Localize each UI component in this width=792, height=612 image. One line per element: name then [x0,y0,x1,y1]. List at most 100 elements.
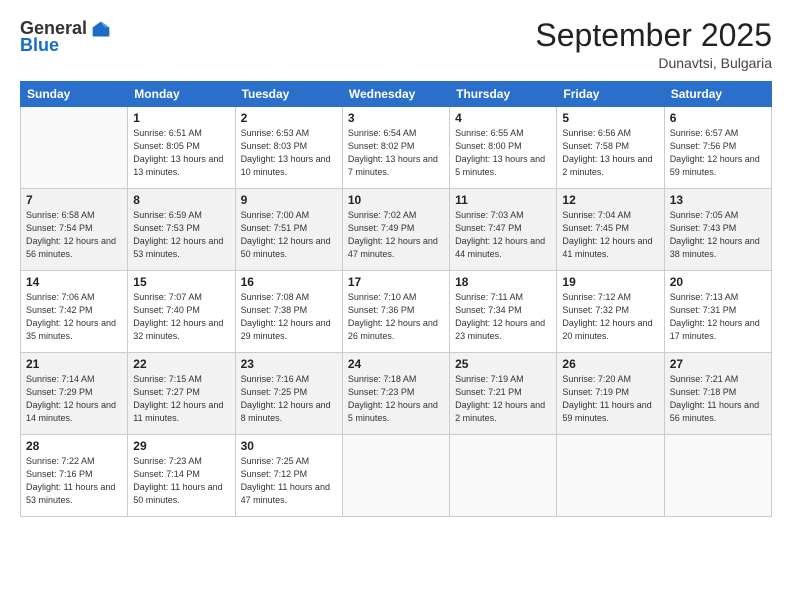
col-monday: Monday [128,82,235,107]
day-info: Sunrise: 7:10 AM Sunset: 7:36 PM Dayligh… [348,291,444,343]
col-sunday: Sunday [21,82,128,107]
day-info: Sunrise: 7:20 AM Sunset: 7:19 PM Dayligh… [562,373,658,425]
table-row: 23 Sunrise: 7:16 AM Sunset: 7:25 PM Dayli… [235,353,342,435]
table-row: 24 Sunrise: 7:18 AM Sunset: 7:23 PM Dayli… [342,353,449,435]
day-number: 21 [26,357,122,371]
calendar-week-row: 14 Sunrise: 7:06 AM Sunset: 7:42 PM Dayli… [21,271,772,353]
day-number: 29 [133,439,229,453]
day-info: Sunrise: 7:14 AM Sunset: 7:29 PM Dayligh… [26,373,122,425]
day-info: Sunrise: 7:02 AM Sunset: 7:49 PM Dayligh… [348,209,444,261]
day-number: 25 [455,357,551,371]
day-number: 27 [670,357,766,371]
day-number: 28 [26,439,122,453]
day-info: Sunrise: 7:22 AM Sunset: 7:16 PM Dayligh… [26,455,122,507]
day-info: Sunrise: 7:06 AM Sunset: 7:42 PM Dayligh… [26,291,122,343]
calendar-week-row: 7 Sunrise: 6:58 AM Sunset: 7:54 PM Daylig… [21,189,772,271]
day-number: 4 [455,111,551,125]
day-number: 23 [241,357,337,371]
day-info: Sunrise: 6:55 AM Sunset: 8:00 PM Dayligh… [455,127,551,179]
logo-blue: Blue [20,35,59,56]
table-row: 15Sunrise: 7:07 AM Sunset: 7:40 PM Dayli… [128,271,235,353]
day-number: 20 [670,275,766,289]
day-number: 13 [670,193,766,207]
table-row: 14 Sunrise: 7:06 AM Sunset: 7:42 PM Dayli… [21,271,128,353]
table-row: 16Sunrise: 7:08 AM Sunset: 7:38 PM Dayli… [235,271,342,353]
table-row [664,435,771,517]
day-info: Sunrise: 7:16 AM Sunset: 7:25 PM Dayligh… [241,373,337,425]
table-row [557,435,664,517]
table-row: 3Sunrise: 6:54 AM Sunset: 8:02 PM Daylig… [342,107,449,189]
table-row: 30 Sunrise: 7:25 AM Sunset: 7:12 PM Dayli… [235,435,342,517]
day-number: 12 [562,193,658,207]
table-row: 7 Sunrise: 6:58 AM Sunset: 7:54 PM Daylig… [21,189,128,271]
page: General Blue September 2025 Dunavtsi, Bu… [0,0,792,612]
day-number: 7 [26,193,122,207]
col-wednesday: Wednesday [342,82,449,107]
table-row: 11 Sunrise: 7:03 AM Sunset: 7:47 PM Dayli… [450,189,557,271]
logo: General Blue [20,18,111,56]
day-info: Sunrise: 7:21 AM Sunset: 7:18 PM Dayligh… [670,373,766,425]
table-row: 22Sunrise: 7:15 AM Sunset: 7:27 PM Dayli… [128,353,235,435]
calendar-week-row: 1Sunrise: 6:51 AM Sunset: 8:05 PM Daylig… [21,107,772,189]
table-row: 4 Sunrise: 6:55 AM Sunset: 8:00 PM Daylig… [450,107,557,189]
table-row: 18Sunrise: 7:11 AM Sunset: 7:34 PM Dayli… [450,271,557,353]
day-info: Sunrise: 7:07 AM Sunset: 7:40 PM Dayligh… [133,291,229,343]
table-row: 21 Sunrise: 7:14 AM Sunset: 7:29 PM Dayli… [21,353,128,435]
day-info: Sunrise: 7:25 AM Sunset: 7:12 PM Dayligh… [241,455,337,507]
day-info: Sunrise: 6:57 AM Sunset: 7:56 PM Dayligh… [670,127,766,179]
day-number: 5 [562,111,658,125]
calendar-week-row: 28 Sunrise: 7:22 AM Sunset: 7:16 PM Dayli… [21,435,772,517]
table-row: 29 Sunrise: 7:23 AM Sunset: 7:14 PM Dayli… [128,435,235,517]
table-row: 5 Sunrise: 6:56 AM Sunset: 7:58 PM Daylig… [557,107,664,189]
day-number: 19 [562,275,658,289]
table-row [342,435,449,517]
col-thursday: Thursday [450,82,557,107]
day-number: 9 [241,193,337,207]
table-row: 28 Sunrise: 7:22 AM Sunset: 7:16 PM Dayli… [21,435,128,517]
day-number: 10 [348,193,444,207]
day-number: 30 [241,439,337,453]
day-number: 8 [133,193,229,207]
day-number: 11 [455,193,551,207]
day-number: 24 [348,357,444,371]
table-row: 8 Sunrise: 6:59 AM Sunset: 7:53 PM Daylig… [128,189,235,271]
title-block: September 2025 Dunavtsi, Bulgaria [535,18,772,71]
table-row: 19 Sunrise: 7:12 AM Sunset: 7:32 PM Dayli… [557,271,664,353]
day-info: Sunrise: 7:13 AM Sunset: 7:31 PM Dayligh… [670,291,766,343]
table-row: 12 Sunrise: 7:04 AM Sunset: 7:45 PM Dayli… [557,189,664,271]
calendar-header-row: Sunday Monday Tuesday Wednesday Thursday… [21,82,772,107]
table-row: 13 Sunrise: 7:05 AM Sunset: 7:43 PM Dayli… [664,189,771,271]
month-title: September 2025 [535,18,772,53]
day-number: 3 [348,111,444,125]
day-info: Sunrise: 6:58 AM Sunset: 7:54 PM Dayligh… [26,209,122,261]
day-info: Sunrise: 7:18 AM Sunset: 7:23 PM Dayligh… [348,373,444,425]
day-info: Sunrise: 6:56 AM Sunset: 7:58 PM Dayligh… [562,127,658,179]
col-saturday: Saturday [664,82,771,107]
table-row: 25Sunrise: 7:19 AM Sunset: 7:21 PM Dayli… [450,353,557,435]
day-info: Sunrise: 7:23 AM Sunset: 7:14 PM Dayligh… [133,455,229,507]
table-row: 17Sunrise: 7:10 AM Sunset: 7:36 PM Dayli… [342,271,449,353]
day-info: Sunrise: 7:12 AM Sunset: 7:32 PM Dayligh… [562,291,658,343]
day-number: 14 [26,275,122,289]
day-info: Sunrise: 7:03 AM Sunset: 7:47 PM Dayligh… [455,209,551,261]
day-number: 26 [562,357,658,371]
day-info: Sunrise: 7:05 AM Sunset: 7:43 PM Dayligh… [670,209,766,261]
col-friday: Friday [557,82,664,107]
table-row: 2Sunrise: 6:53 AM Sunset: 8:03 PM Daylig… [235,107,342,189]
calendar-week-row: 21 Sunrise: 7:14 AM Sunset: 7:29 PM Dayli… [21,353,772,435]
logo-icon [91,19,111,39]
table-row: 6Sunrise: 6:57 AM Sunset: 7:56 PM Daylig… [664,107,771,189]
table-row: 27 Sunrise: 7:21 AM Sunset: 7:18 PM Dayli… [664,353,771,435]
table-row: 26 Sunrise: 7:20 AM Sunset: 7:19 PM Dayli… [557,353,664,435]
table-row: 20 Sunrise: 7:13 AM Sunset: 7:31 PM Dayli… [664,271,771,353]
day-number: 1 [133,111,229,125]
day-number: 22 [133,357,229,371]
header: General Blue September 2025 Dunavtsi, Bu… [20,18,772,71]
day-info: Sunrise: 7:11 AM Sunset: 7:34 PM Dayligh… [455,291,551,343]
day-info: Sunrise: 6:59 AM Sunset: 7:53 PM Dayligh… [133,209,229,261]
day-info: Sunrise: 7:04 AM Sunset: 7:45 PM Dayligh… [562,209,658,261]
day-info: Sunrise: 6:53 AM Sunset: 8:03 PM Dayligh… [241,127,337,179]
col-tuesday: Tuesday [235,82,342,107]
table-row: 10 Sunrise: 7:02 AM Sunset: 7:49 PM Dayli… [342,189,449,271]
table-row [450,435,557,517]
